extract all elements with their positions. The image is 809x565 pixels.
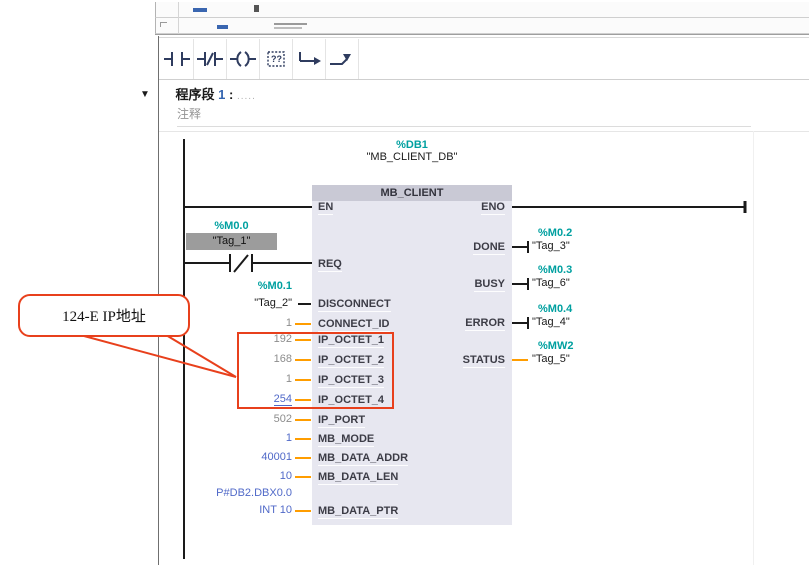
cell-divider xyxy=(178,2,179,18)
ip-octet-3-value[interactable]: 1 xyxy=(286,373,292,386)
pin-en[interactable]: EN xyxy=(318,201,333,215)
editor-right-margin xyxy=(753,131,754,565)
block-title: MB_CLIENT xyxy=(312,185,512,201)
empty-box-button[interactable]: ?? xyxy=(260,39,293,79)
ip-port-value[interactable]: 502 xyxy=(274,413,292,426)
pin-mb-data-len[interactable]: MB_DATA_LEN xyxy=(318,471,398,485)
nc-contact-button[interactable] xyxy=(194,39,227,79)
network-title-prefix: 程序段 xyxy=(176,87,219,102)
panel-top-edge xyxy=(155,34,809,35)
mb-data-addr-value[interactable]: 40001 xyxy=(261,451,292,464)
annotation-callout-text: 124-E IP地址 xyxy=(62,305,146,326)
mb-data-ptr-line1[interactable]: P#DB2.DBX0.0 xyxy=(216,487,292,500)
network-title-placeholder[interactable]: ..... xyxy=(237,91,256,102)
status-tag[interactable]: "Tag_5" xyxy=(532,353,570,366)
pin-ip-octet-1[interactable]: IP_OCTET_1 xyxy=(318,334,384,348)
blue-mark-icon xyxy=(193,8,207,12)
truncated-tree-row xyxy=(155,18,809,34)
contact-tag-selected[interactable]: "Tag_1" xyxy=(186,233,277,250)
pin-ip-octet-4[interactable]: IP_OCTET_4 xyxy=(318,394,384,408)
busy-address: %M0.3 xyxy=(538,264,572,277)
corner-mark-icon xyxy=(160,22,167,27)
pin-mb-data-ptr[interactable]: MB_DATA_PTR xyxy=(318,505,398,519)
pin-ip-port[interactable]: IP_PORT xyxy=(318,414,365,428)
nc-contact-icon xyxy=(195,49,225,69)
ip-octet-1-value[interactable]: 192 xyxy=(274,333,292,346)
ip-octet-4-text[interactable]: 254 xyxy=(274,393,292,406)
mb-data-ptr-line2[interactable]: INT 10 xyxy=(259,504,292,517)
mb-data-len-value[interactable]: 10 xyxy=(280,470,292,483)
pin-connect-id[interactable]: CONNECT_ID xyxy=(318,318,390,332)
ip-octet-4-value: 254 xyxy=(274,393,292,406)
no-contact-button[interactable] xyxy=(161,39,194,79)
pin-mb-data-addr[interactable]: MB_DATA_ADDR xyxy=(318,452,408,466)
close-branch-icon xyxy=(327,49,357,69)
blue-mark-icon xyxy=(217,25,228,29)
tia-portal-lad-editor: { "top_rows": {"note": "two truncated pr… xyxy=(0,0,809,565)
pin-status[interactable]: STATUS xyxy=(463,354,505,368)
disconnect-address: %M0.1 xyxy=(258,280,292,293)
cell-divider xyxy=(178,18,179,34)
status-address: %MW2 xyxy=(538,340,573,353)
pin-error[interactable]: ERROR xyxy=(465,317,505,331)
nc-contact-slash xyxy=(234,255,248,272)
mb-mode-value[interactable]: 1 xyxy=(286,432,292,445)
error-tag[interactable]: "Tag_4" xyxy=(532,316,570,329)
contact-address: %M0.0 xyxy=(186,220,277,233)
pin-mb-mode[interactable]: MB_MODE xyxy=(318,433,374,447)
truncated-tree-row xyxy=(155,2,809,18)
illegible-text-mark xyxy=(274,23,307,25)
disconnect-tag[interactable]: "Tag_2" xyxy=(254,297,292,310)
dark-mark-icon xyxy=(254,5,259,12)
pin-disconnect[interactable]: DISCONNECT xyxy=(318,298,391,312)
connect-id-value[interactable]: 1 xyxy=(286,317,292,330)
open-branch-icon xyxy=(294,49,324,69)
pin-ip-octet-2[interactable]: IP_OCTET_2 xyxy=(318,354,384,368)
coil-icon xyxy=(228,49,258,69)
no-contact-icon xyxy=(162,49,192,69)
empty-box-label: ?? xyxy=(260,39,293,79)
lad-toolbar: ?? xyxy=(159,37,809,80)
network-title-colon: : xyxy=(225,87,233,102)
pin-req[interactable]: REQ xyxy=(318,258,342,272)
open-branch-button[interactable] xyxy=(293,39,326,79)
annotation-pointer-line xyxy=(84,336,236,377)
network-comment[interactable]: 注释 xyxy=(177,105,201,122)
pin-busy[interactable]: BUSY xyxy=(474,278,505,292)
illegible-text-mark xyxy=(274,27,302,29)
close-branch-button[interactable] xyxy=(326,39,359,79)
pin-done[interactable]: DONE xyxy=(473,241,505,255)
db-name[interactable]: "MB_CLIENT_DB" xyxy=(312,151,512,164)
editor-divider xyxy=(159,131,809,132)
annotation-callout: 124-E IP地址 xyxy=(18,294,190,337)
coil-button[interactable] xyxy=(227,39,260,79)
annotation-pointer-line xyxy=(166,335,236,377)
comment-divider xyxy=(177,126,751,127)
pin-ip-octet-3[interactable]: IP_OCTET_3 xyxy=(318,374,384,388)
pin-eno[interactable]: ENO xyxy=(481,201,505,215)
busy-tag[interactable]: "Tag_6" xyxy=(532,277,570,290)
collapse-triangle-icon[interactable]: ▼ xyxy=(140,89,150,100)
done-tag[interactable]: "Tag_3" xyxy=(532,240,570,253)
ip-octet-2-value[interactable]: 168 xyxy=(274,353,292,366)
done-address: %M0.2 xyxy=(538,227,572,240)
error-address: %M0.4 xyxy=(538,303,572,316)
